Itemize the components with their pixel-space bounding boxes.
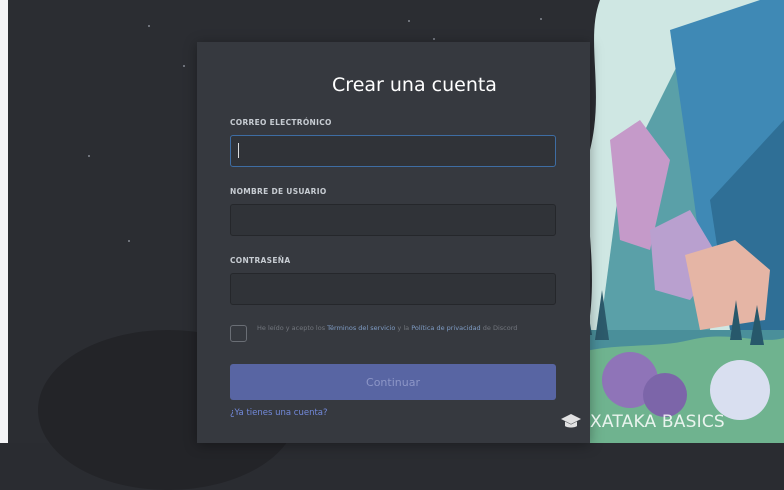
privacy-policy-link[interactable]: Política de privacidad <box>411 324 481 332</box>
terms-checkbox[interactable] <box>230 325 247 342</box>
password-label: CONTRASEÑA <box>230 256 291 265</box>
login-link[interactable]: ¿Ya tienes una cuenta? <box>230 408 328 418</box>
username-field[interactable] <box>230 204 556 236</box>
star <box>128 240 130 242</box>
username-label: NOMBRE DE USUARIO <box>230 187 327 196</box>
register-card: Crear una cuenta CORREO ELECTRÓNICO NOMB… <box>197 42 590 443</box>
star <box>148 25 150 27</box>
window-edge <box>0 0 8 443</box>
email-field[interactable] <box>230 135 556 167</box>
watermark-text: XATAKA BASICS <box>590 412 725 432</box>
text-caret <box>238 143 239 158</box>
terms-of-service-link[interactable]: Términos del servicio <box>327 324 395 332</box>
terms-text-pre: He leído y acepto los <box>257 324 328 332</box>
star <box>433 38 435 40</box>
star <box>88 155 90 157</box>
scenery-illustration <box>560 0 784 443</box>
page-title: Crear una cuenta <box>332 74 497 96</box>
email-label: CORREO ELECTRÓNICO <box>230 118 332 127</box>
terms-text: He leído y acepto los Términos del servi… <box>257 323 557 334</box>
watermark: XATAKA BASICS <box>560 412 725 432</box>
star <box>408 20 410 22</box>
graduation-cap-icon <box>560 413 582 431</box>
terms-text-post: de Discord <box>480 324 518 332</box>
continue-button[interactable]: Continuar <box>230 364 556 400</box>
terms-text-mid: y la <box>395 324 412 332</box>
password-field[interactable] <box>230 273 556 305</box>
star <box>183 65 185 67</box>
star <box>540 18 542 20</box>
